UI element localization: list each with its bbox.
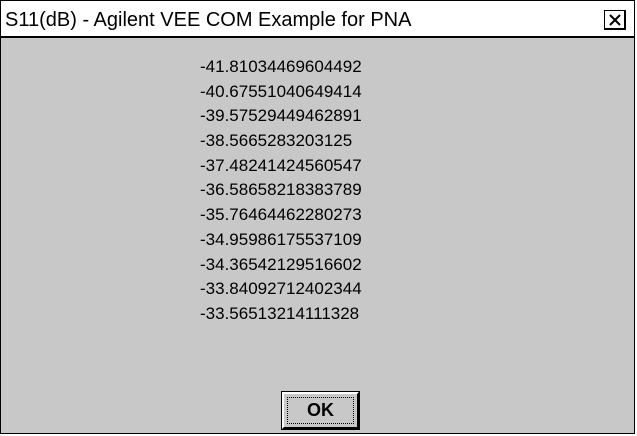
value-line: -38.5665283203125 xyxy=(200,131,353,151)
value-line: -36.58658218383789 xyxy=(200,180,362,200)
value-line: -37.48241424560547 xyxy=(200,155,362,175)
value-line: -33.84092712402344 xyxy=(200,279,362,299)
value-line: -41.81034469604492 xyxy=(200,57,362,76)
ok-button[interactable]: OK xyxy=(281,391,360,430)
message-dialog: S11(dB) - Agilent VEE COM Example for PN… xyxy=(0,0,635,434)
s11-value-list: -41.81034469604492 -40.67551040649414 -3… xyxy=(1,55,634,327)
value-line: -40.67551040649414 xyxy=(200,81,362,101)
ok-button-label: OK xyxy=(287,397,354,424)
close-x-icon xyxy=(609,14,621,26)
value-line: -34.36542129516602 xyxy=(200,254,362,274)
window-title: S11(dB) - Agilent VEE COM Example for PN… xyxy=(5,9,412,31)
value-line: -35.76464462280273 xyxy=(200,205,362,225)
value-line: -34.95986175537109 xyxy=(200,229,362,249)
title-bar[interactable]: S11(dB) - Agilent VEE COM Example for PN… xyxy=(1,1,634,38)
close-button[interactable] xyxy=(604,10,626,30)
value-line: -33.56513214111328 xyxy=(200,303,360,323)
value-line: -39.57529449462891 xyxy=(200,106,362,126)
